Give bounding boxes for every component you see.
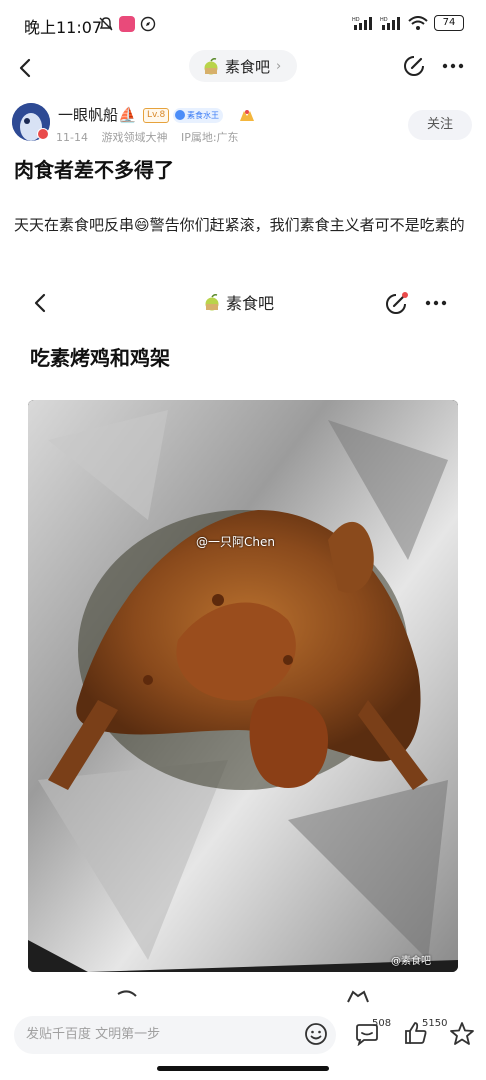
bottom-bar: 发贴千百度 文明第一步 508 5150 (0, 1008, 486, 1080)
level-badge: Lv.8 (143, 108, 170, 123)
like-count: 5150 (422, 1018, 448, 1029)
svg-text:HD: HD (352, 17, 360, 23)
photo-watermark-corner: @素食吧 (391, 956, 431, 967)
status-time: 晚上11:07 (24, 18, 103, 37)
back-arrow-icon[interactable] (14, 56, 38, 80)
compass-icon (140, 16, 156, 32)
forum-link[interactable]: 素食吧 › (189, 50, 297, 82)
emoji-icon[interactable] (304, 1022, 328, 1046)
photo-watermark: @一只阿Chen (196, 535, 275, 549)
forum-name: 素食吧 (225, 57, 271, 76)
title-badge: 素食水王 (173, 108, 223, 123)
ip-location: IP属地:广东 (180, 131, 239, 144)
post-meta: 11-14 游戏领域大神 IP属地:广东 (56, 129, 249, 145)
post-title: 肉食者差不多得了 (14, 158, 174, 182)
chevron-right-icon: › (276, 58, 282, 74)
partially-hidden-icons (117, 990, 369, 1003)
avatar-badge (37, 128, 49, 140)
embedded-forum-name: 素食吧 (204, 290, 274, 314)
embedded-post-title: 吃素烤鸡和鸡架 (30, 346, 170, 370)
post-body: 天天在素食吧反串😄警告你们赶紧滚，我们素食主义者可不是吃素的 (14, 216, 465, 234)
roast-chicken-photo[interactable] (28, 400, 458, 972)
more-icon (425, 300, 447, 306)
embedded-forum-label: 素食吧 (226, 294, 275, 313)
hands-emoji-icon (240, 110, 254, 121)
comment-count: 508 (372, 1018, 392, 1029)
status-right: HD HD 74 (352, 15, 464, 31)
post-date: 11-14 (56, 131, 88, 144)
author-name[interactable]: 一眼帆船⛵ (58, 104, 137, 125)
home-indicator (157, 1066, 329, 1071)
edit-icon (386, 292, 408, 314)
more-icon[interactable] (440, 54, 466, 78)
wifi-icon (408, 16, 428, 30)
svg-text:HD: HD (380, 17, 388, 23)
photo-image (28, 400, 458, 972)
comment-input[interactable]: 发贴千百度 文明第一步 (14, 1016, 336, 1054)
author-tag: 游戏领域大神 (101, 131, 168, 144)
battery-indicator: 74 (434, 15, 464, 31)
star-icon[interactable] (449, 1021, 475, 1047)
status-bar: 晚上11:07 HD HD 74 (0, 0, 486, 50)
edit-icon[interactable] (402, 54, 426, 78)
embedded-nav: 素食吧 (0, 286, 486, 322)
follow-button[interactable]: 关注 (408, 110, 472, 140)
mute-bell-icon (99, 17, 113, 31)
app-notification-icon (119, 16, 135, 32)
apple-emoji-icon (204, 58, 218, 75)
back-arrow-icon (34, 293, 46, 313)
signal-icon: HD (380, 17, 400, 30)
top-nav: 素食吧 › (0, 48, 486, 88)
apple-emoji-icon (205, 294, 219, 311)
signal-icon: HD (352, 17, 372, 30)
